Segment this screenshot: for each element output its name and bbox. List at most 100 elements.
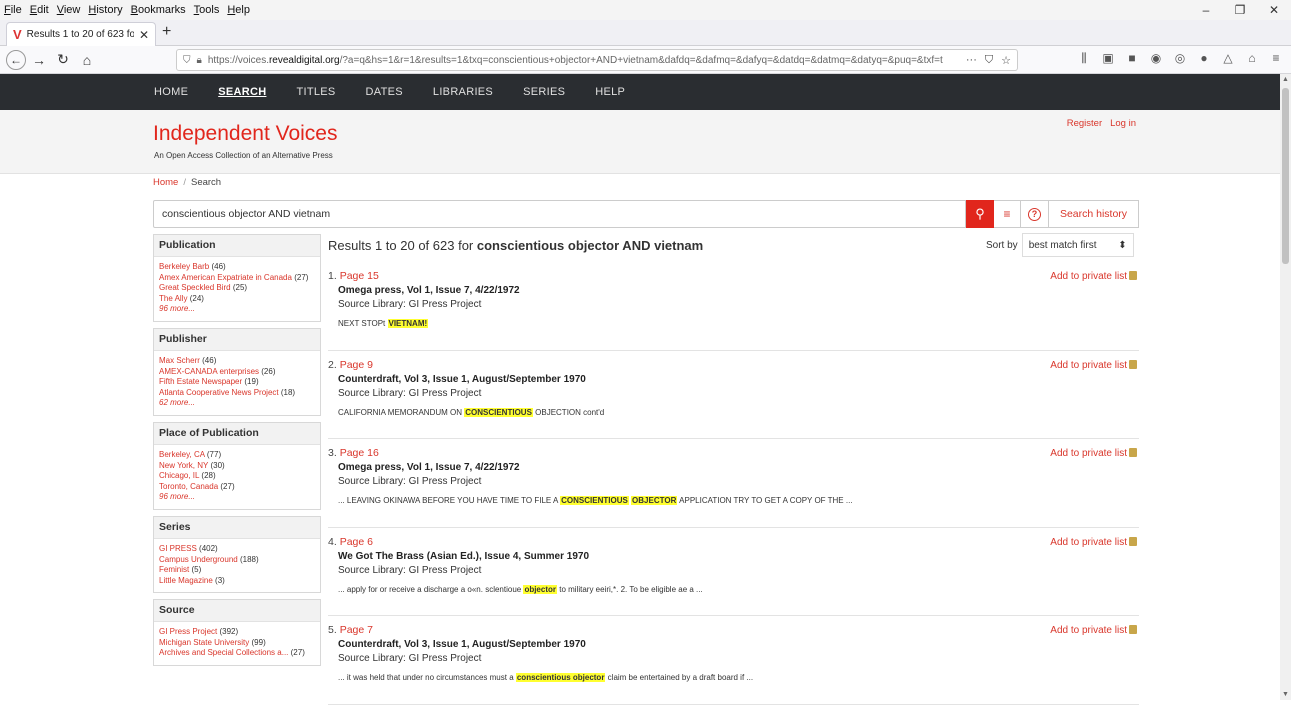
nav-libraries[interactable]: LIBRARIES — [433, 86, 493, 98]
add-to-private-list-link[interactable]: Add to private list — [1050, 625, 1137, 636]
menu-edit[interactable]: Edit — [30, 4, 49, 16]
back-icon[interactable]: ← — [6, 49, 26, 70]
site-brand[interactable]: Independent Voices — [153, 122, 338, 146]
library-icon[interactable]: ⫼ — [1077, 51, 1091, 66]
facet-link[interactable]: The Ally — [159, 294, 187, 303]
snippet-text: claim be entertained by a draft board if… — [605, 673, 754, 682]
results-summary-prefix: Results 1 to 20 of 623 for — [328, 238, 477, 253]
close-tab-icon[interactable]: ✕ — [139, 28, 149, 42]
result-source: Source Library: GI Press Project — [338, 387, 482, 399]
facet-link[interactable]: Little Magazine — [159, 576, 213, 585]
facet-link[interactable]: Michigan State University — [159, 638, 249, 647]
forward-icon[interactable]: → — [28, 49, 50, 71]
hamburger-menu-icon[interactable]: ≡ — [1269, 51, 1283, 66]
result-page-link[interactable]: Page 15 — [340, 270, 379, 282]
result-page-link[interactable]: Page 7 — [340, 624, 373, 636]
scrollbar-thumb[interactable] — [1282, 88, 1289, 264]
login-link[interactable]: Log in — [1110, 118, 1136, 129]
extension-icon[interactable]: ■ — [1125, 51, 1139, 66]
page-scrollbar[interactable]: ▲ ▼ — [1280, 74, 1291, 700]
add-to-private-list-link[interactable]: Add to private list — [1050, 359, 1137, 371]
menu-file[interactable]: File — [4, 4, 22, 16]
filter-button[interactable]: ≡ — [994, 200, 1021, 228]
close-window-icon[interactable]: ✕ — [1257, 0, 1291, 20]
url-text: https://voices.revealdigital.org/?a=q&hs… — [207, 54, 943, 66]
facet-more-link[interactable]: 62 more... — [159, 398, 315, 409]
extension-icon[interactable]: ⌂ — [1245, 51, 1259, 66]
facet-link[interactable]: Chicago, IL — [159, 471, 199, 480]
facet-link[interactable]: Max Scherr — [159, 356, 200, 365]
facet-link[interactable]: Toronto, Canada — [159, 482, 218, 491]
menu-bookmarks[interactable]: Bookmarks — [131, 4, 186, 16]
extension-icon[interactable]: ◉ — [1149, 51, 1163, 66]
nav-help[interactable]: HELP — [595, 86, 625, 98]
facet-item: Great Speckled Bird (25) — [159, 283, 315, 294]
facet-link[interactable]: Amex American Expatriate in Canada — [159, 273, 292, 282]
nav-titles[interactable]: TITLES — [296, 86, 335, 98]
facet-link[interactable]: Fifth Estate Newspaper — [159, 377, 242, 386]
add-to-private-list-link[interactable]: Add to private list — [1050, 271, 1137, 282]
nav-search[interactable]: SEARCH — [218, 86, 266, 98]
facet-item: AMEX-CANADA enterprises (26) — [159, 367, 315, 378]
facet-link[interactable]: Berkeley, CA — [159, 450, 205, 459]
add-to-private-list-link[interactable]: Add to private list — [1050, 536, 1137, 548]
result-page-link[interactable]: Page 16 — [340, 447, 379, 459]
breadcrumb-home[interactable]: Home — [153, 177, 178, 188]
minimize-icon[interactable]: – — [1189, 0, 1223, 20]
facet-more-link[interactable]: 96 more... — [159, 304, 315, 315]
reload-icon[interactable]: ↻ — [52, 49, 74, 71]
facet-link[interactable]: AMEX-CANADA enterprises — [159, 367, 259, 376]
add-to-list-label: Add to private list — [1050, 625, 1127, 636]
nav-series[interactable]: SERIES — [523, 86, 565, 98]
facet-link[interactable]: Great Speckled Bird — [159, 283, 231, 292]
menu-view[interactable]: View — [57, 4, 81, 16]
result-snippet: NEXT STOPt VIETNAM! — [338, 319, 1139, 328]
snippet-text: to military eeiri,*. 2. To be eligible a… — [557, 584, 703, 594]
facet-link[interactable]: Campus Underground — [159, 555, 238, 564]
browser-tab[interactable]: V Results 1 to 20 of 623 for consc ✕ — [6, 22, 156, 46]
nav-dates[interactable]: DATES — [366, 86, 403, 98]
facet-link[interactable]: GI Press Project — [159, 627, 217, 636]
result-page-link[interactable]: Page 6 — [340, 536, 373, 548]
page-actions-icon[interactable]: ··· — [966, 54, 977, 67]
facet-more-link[interactable]: 96 more... — [159, 492, 315, 503]
results-list: 1. Page 15 Omega press, Vol 1, Issue 7, 4… — [328, 262, 1139, 705]
sidebar-icon[interactable]: ▣ — [1101, 51, 1115, 66]
facet-count: (188) — [239, 554, 259, 564]
scroll-up-icon[interactable]: ▲ — [1280, 76, 1291, 83]
facet-link[interactable]: Atlanta Cooperative News Project — [159, 388, 279, 397]
search-history-button[interactable]: Search history — [1049, 200, 1139, 228]
nav-home[interactable]: HOME — [154, 86, 188, 98]
facet-count: (27) — [294, 272, 309, 282]
bookmark-star-icon[interactable]: ☆ — [1001, 54, 1011, 67]
address-bar[interactable]: ⛉ 🔒︎ https://voices.revealdigital.org/?a… — [176, 49, 1018, 71]
extension-icon[interactable]: ◎ — [1173, 51, 1187, 66]
facet-link[interactable]: Feminist — [159, 565, 189, 574]
facet-link[interactable]: New York, NY — [159, 461, 208, 470]
new-tab-icon[interactable]: + — [162, 23, 171, 41]
scroll-down-icon[interactable]: ▼ — [1280, 691, 1291, 698]
result-source: Source Library: GI Press Project — [338, 564, 482, 576]
shield-icon[interactable]: ⛉ — [183, 55, 191, 66]
result-page-link[interactable]: Page 9 — [340, 359, 373, 371]
site-nav: HOME SEARCH TITLES DATES LIBRARIES SERIE… — [0, 74, 1280, 110]
help-button[interactable]: ? — [1021, 200, 1049, 228]
lock-icon[interactable]: 🔒︎ — [197, 55, 202, 66]
menu-help[interactable]: Help — [227, 4, 250, 16]
search-input[interactable] — [153, 200, 966, 228]
facet-link[interactable]: GI PRESS — [159, 544, 197, 553]
extension-icon[interactable]: △ — [1221, 51, 1235, 66]
register-link[interactable]: Register — [1067, 118, 1102, 129]
sort-value: best match first — [1028, 239, 1097, 251]
facet-link[interactable]: Berkeley Barb — [159, 262, 209, 271]
search-button[interactable]: ⚲ — [966, 200, 994, 228]
pocket-icon[interactable]: ⛉ — [985, 54, 993, 67]
maximize-icon[interactable]: ❐ — [1223, 0, 1257, 20]
extension-icon[interactable]: ● — [1197, 51, 1211, 66]
menu-tools[interactable]: Tools — [194, 4, 220, 16]
add-to-private-list-link[interactable]: Add to private list — [1050, 448, 1137, 459]
menu-history[interactable]: History — [88, 4, 122, 16]
sort-select[interactable]: best match first ⬍ — [1021, 233, 1134, 257]
home-icon[interactable]: ⌂ — [76, 49, 98, 71]
facet-link[interactable]: Archives and Special Collections a... — [159, 648, 288, 657]
